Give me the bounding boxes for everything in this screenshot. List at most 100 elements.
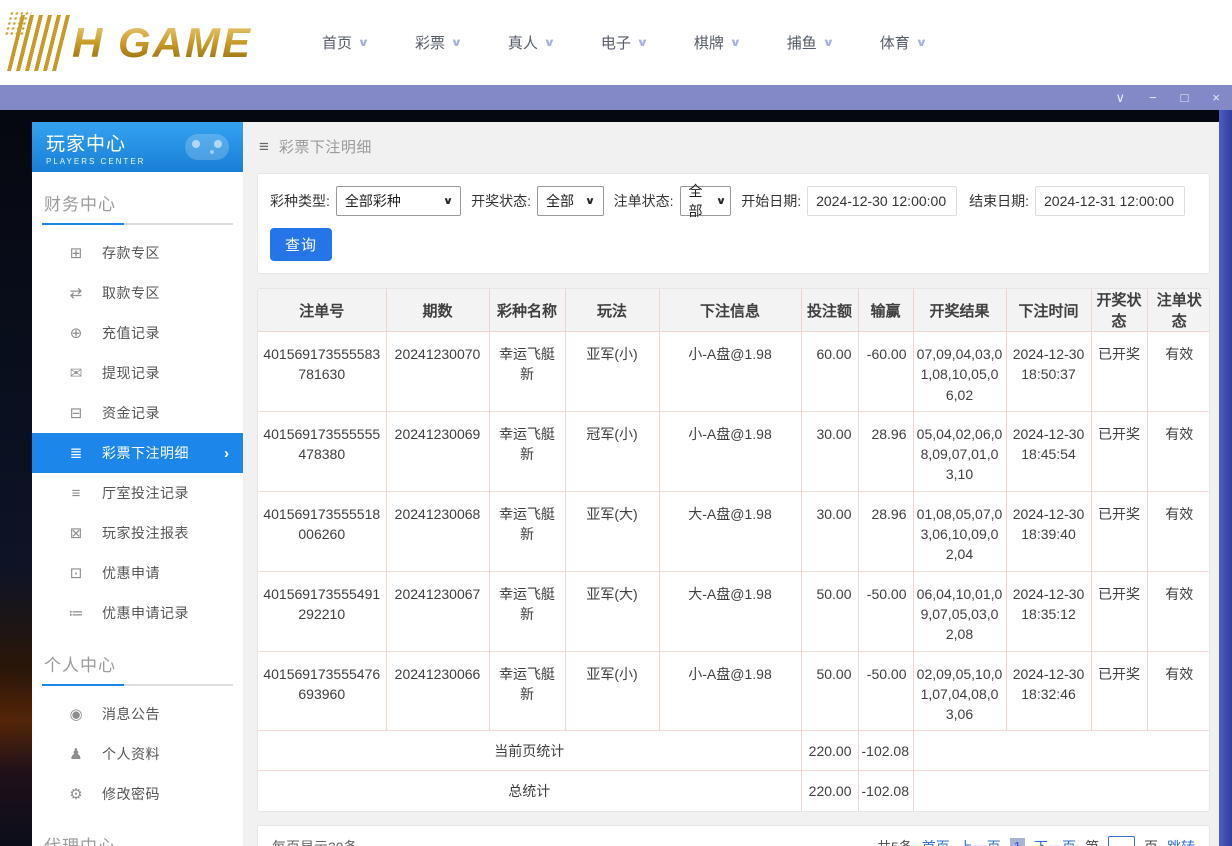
order-status-select[interactable]: 全部 ∨ [680, 186, 732, 216]
nav-item[interactable]: 首页∨ [322, 32, 368, 53]
summary-row: 总统计220.00-102.08 [258, 771, 1210, 811]
sidebar-section: 个人中心◉消息公告♟个人资料⚙修改密码 [32, 633, 243, 814]
cell: 07,09,04,03,01,08,10,05,06,02 [913, 332, 1006, 412]
cell: 01,08,05,07,03,06,10,09,02,04 [913, 491, 1006, 571]
window-body: 玩家中心 PLAYERS CENTER 财务中心⊞存款专区⇄取款专区⊕充值记录✉… [0, 110, 1232, 846]
gamepad-icon [185, 134, 229, 160]
sidebar-item-label: 玩家投注报表 [102, 523, 189, 543]
window-chevron-icon[interactable]: ∨ [1115, 91, 1125, 104]
brand-name: H GAME [72, 19, 252, 67]
cell: 02,09,05,10,01,07,04,08,03,06 [913, 651, 1006, 731]
maximize-icon[interactable]: □ [1181, 91, 1189, 104]
chevron-down-icon: ∨ [357, 36, 369, 49]
chevron-down-icon: ∨ [543, 36, 555, 49]
cell: 幸运飞艇新 [489, 571, 565, 651]
main-content: ≡ 彩票下注明细 彩种类型: 全部彩种 ∨ 开奖状态: 全部 ∨ 注单状态: [243, 122, 1219, 846]
brand-logo[interactable]: H GAME [14, 15, 264, 71]
hamburger-icon[interactable]: ≡ [259, 137, 269, 157]
summary-winloss-total: -102.08 [858, 771, 913, 811]
sidebar-item[interactable]: ⊡优惠申请 [32, 553, 243, 593]
jump-link[interactable]: 跳转 [1167, 837, 1195, 846]
cell: 有效 [1147, 411, 1210, 491]
sidebar-item-label: 修改密码 [102, 784, 160, 804]
minimize-icon[interactable]: − [1149, 91, 1157, 104]
close-icon[interactable]: × [1212, 91, 1220, 104]
window-controls: ∨ − □ × [1115, 91, 1220, 104]
sidebar-item[interactable]: ≣彩票下注明细› [32, 433, 243, 473]
sidebar-item[interactable]: ⊞存款专区 [32, 233, 243, 273]
goto-label-prefix: 第 [1085, 837, 1099, 846]
vertical-scrollbar[interactable] [1219, 110, 1232, 846]
pagination-controls: 共5条 首页 上一页 1 下一页 第 页 跳转 [877, 836, 1195, 846]
nav-item-label: 体育 [880, 32, 910, 53]
jump-page-input[interactable] [1108, 836, 1135, 846]
cell: 幸运飞艇新 [489, 411, 565, 491]
cell: 60.00 [801, 332, 858, 412]
cell: 已开奖 [1091, 491, 1147, 571]
sidebar-item[interactable]: ⊠玩家投注报表 [32, 513, 243, 553]
cell: 已开奖 [1091, 332, 1147, 412]
table-header-row: 注单号期数彩种名称玩法下注信息投注额输赢开奖结果下注时间开奖状态注单状态 [258, 289, 1210, 332]
chevron-down-icon: ∨ [822, 36, 834, 49]
draw-status-select[interactable]: 全部 ∨ [537, 186, 604, 216]
summary-label: 当前页统计 [258, 731, 801, 771]
sidebar-item[interactable]: ⊟资金记录 [32, 393, 243, 433]
summary-empty [913, 771, 1210, 811]
cell: 有效 [1147, 332, 1210, 412]
prev-page-link[interactable]: 上一页 [959, 837, 1001, 846]
cell: 2024-12-30 18:45:54 [1006, 411, 1091, 491]
breadcrumb: ≡ 彩票下注明细 [257, 122, 1210, 173]
lottery-type-select[interactable]: 全部彩种 ∨ [336, 186, 461, 216]
withdrawal-record-icon: ✉ [66, 364, 86, 382]
sidebar-item-label: 个人资料 [102, 744, 160, 764]
nav-item[interactable]: 彩票∨ [415, 32, 461, 53]
sidebar-item[interactable]: ⚙修改密码 [32, 774, 243, 814]
nav-item[interactable]: 棋牌∨ [694, 32, 740, 53]
promo-record-icon: ≔ [66, 604, 86, 622]
section-underline-accent [42, 684, 124, 686]
logo-bars-icon [7, 15, 73, 71]
sidebar-header: 玩家中心 PLAYERS CENTER [32, 122, 243, 172]
sidebar-item[interactable]: ✉提现记录 [32, 353, 243, 393]
cell: 401569173555583781630 [258, 332, 386, 412]
sidebar-item[interactable]: ≡厅室投注记录 [32, 473, 243, 513]
sidebar-header-text: 玩家中心 PLAYERS CENTER [46, 129, 145, 166]
chevron-down-icon: ∨ [729, 36, 741, 49]
sidebar-item[interactable]: ♟个人资料 [32, 734, 243, 774]
cell: 小-A盘@1.98 [659, 332, 801, 412]
current-page[interactable]: 1 [1010, 838, 1025, 846]
sidebar-item[interactable]: ◉消息公告 [32, 694, 243, 734]
summary-bet-total: 220.00 [801, 771, 858, 811]
nav-item[interactable]: 体育∨ [880, 32, 926, 53]
cell: 20241230069 [386, 411, 489, 491]
next-page-link[interactable]: 下一页 [1034, 837, 1076, 846]
sidebar-item-label: 厅室投注记录 [102, 483, 189, 503]
cell: 大-A盘@1.98 [659, 571, 801, 651]
cell: 大-A盘@1.98 [659, 491, 801, 571]
notice-icon: ◉ [66, 705, 86, 723]
cell: 幸运飞艇新 [489, 332, 565, 412]
section-underline [42, 684, 233, 686]
end-date-input[interactable] [1035, 186, 1185, 216]
cell: 有效 [1147, 571, 1210, 651]
sidebar-section: 财务中心⊞存款专区⇄取款专区⊕充值记录✉提现记录⊟资金记录≣彩票下注明细›≡厅室… [32, 172, 243, 633]
sidebar-item-label: 取款专区 [102, 283, 160, 303]
sidebar-item[interactable]: ⇄取款专区 [32, 273, 243, 313]
sidebar-item[interactable]: ≔优惠申请记录 [32, 593, 243, 633]
start-date-input[interactable] [807, 186, 957, 216]
cell: -50.00 [858, 571, 913, 651]
sidebar-item[interactable]: ⊕充值记录 [32, 313, 243, 353]
search-button[interactable]: 查询 [270, 228, 332, 261]
table-row: 40156917355547669396020241230066幸运飞艇新亚军(… [258, 651, 1210, 731]
nav-item[interactable]: 电子∨ [601, 32, 647, 53]
lottery-type-label: 彩种类型: [270, 191, 330, 211]
nav-item[interactable]: 真人∨ [508, 32, 554, 53]
summary-label: 总统计 [258, 771, 801, 811]
cell: 亚军(小) [565, 332, 659, 412]
cell: 28.96 [858, 491, 913, 571]
nav-item[interactable]: 捕鱼∨ [787, 32, 833, 53]
column-header: 彩种名称 [489, 289, 565, 332]
first-page-link[interactable]: 首页 [922, 837, 950, 846]
draw-status-value: 全部 [546, 191, 574, 211]
cell: 20241230067 [386, 571, 489, 651]
